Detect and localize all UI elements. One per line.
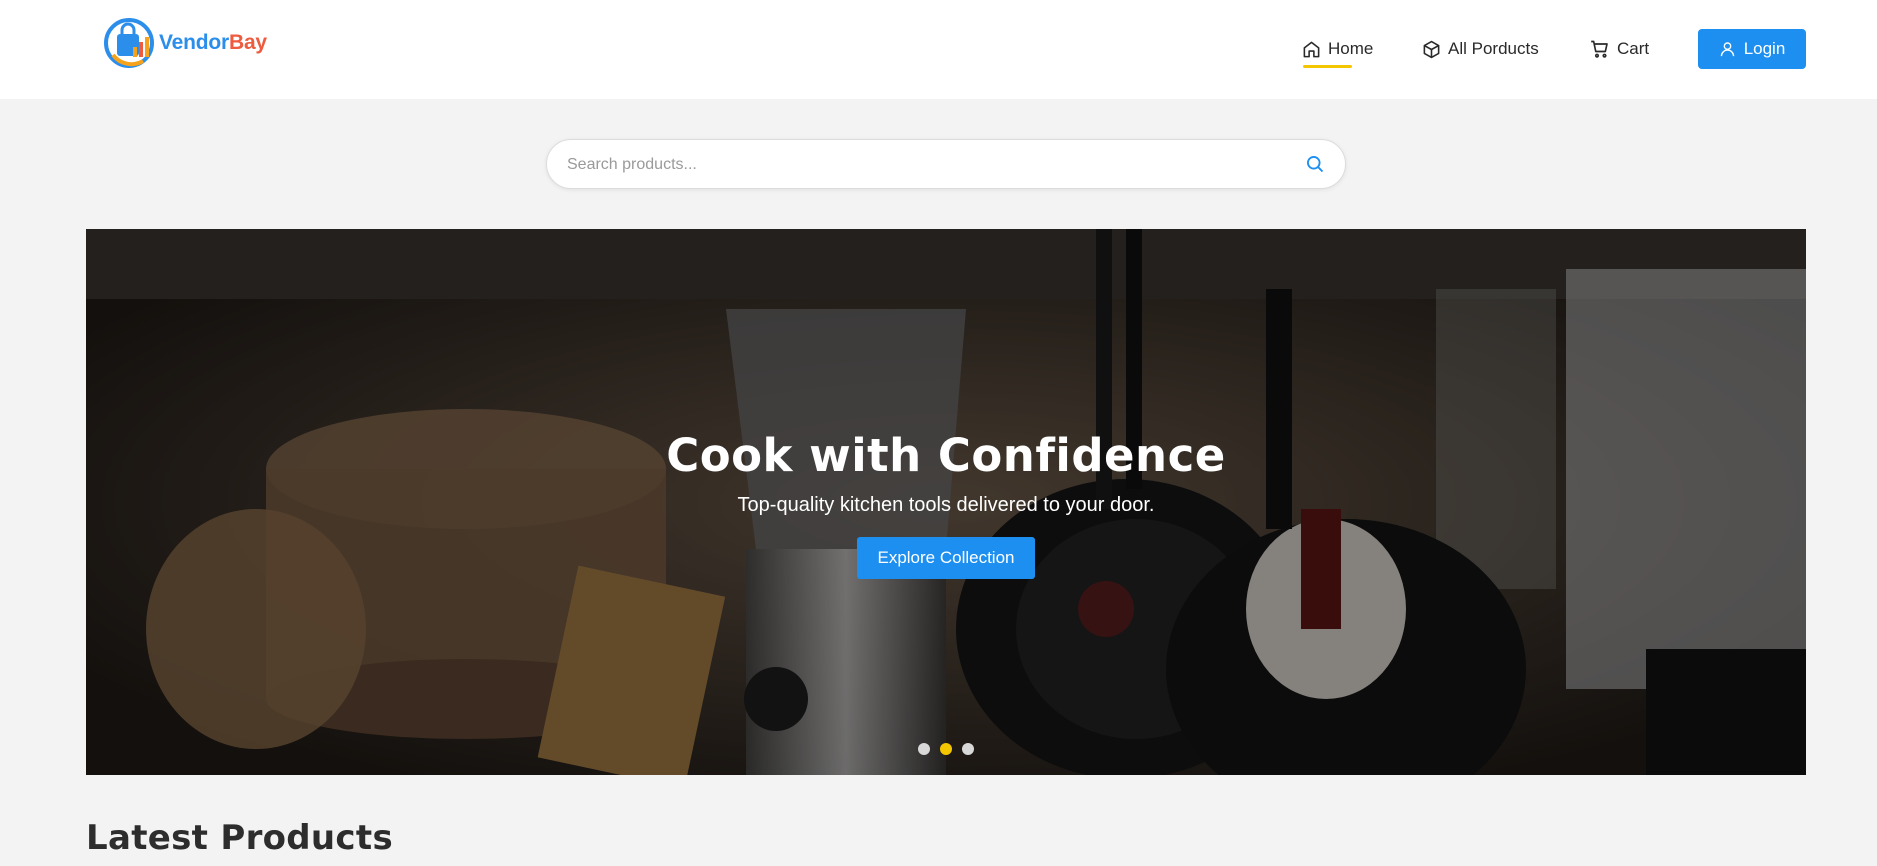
carousel-dot-3[interactable] <box>962 743 974 755</box>
nav-all-products-label: All Porducts <box>1448 39 1539 58</box>
nav-home-label: Home <box>1328 39 1374 58</box>
brand-logo[interactable]: VendorBay <box>103 17 267 69</box>
cart-icon <box>1591 40 1608 58</box>
brand-name-part1: Vendor <box>159 31 229 54</box>
search-input[interactable] <box>567 152 1267 178</box>
carousel-dot-1[interactable] <box>918 743 930 755</box>
search-bar <box>546 139 1346 189</box>
nav-cart-label: Cart <box>1617 39 1650 58</box>
login-button[interactable]: Login <box>1698 29 1806 69</box>
box-icon <box>1423 40 1440 58</box>
user-icon <box>1720 42 1734 57</box>
login-label: Login <box>1743 39 1786 58</box>
explore-collection-button[interactable]: Explore Collection <box>857 537 1035 579</box>
brand-name-part2: Bay <box>228 31 267 54</box>
hero-title: Cook with Confidence <box>666 429 1226 482</box>
shopping-bag-logo-icon <box>104 18 154 68</box>
hero-subtitle: Top-quality kitchen tools delivered to y… <box>737 494 1155 516</box>
home-icon <box>1303 41 1320 57</box>
carousel-dots <box>918 743 974 755</box>
active-nav-indicator <box>1303 65 1352 68</box>
brand-name: VendorBay <box>159 31 267 55</box>
nav-all-products-link[interactable]: All Porducts <box>1422 29 1539 69</box>
search-icon[interactable] <box>1305 154 1325 174</box>
carousel-dot-2[interactable] <box>940 743 952 755</box>
hero-carousel: Cook with Confidence Top-quality kitchen… <box>86 229 1806 775</box>
latest-products-heading: Latest Products <box>86 818 393 858</box>
nav-cart-link[interactable]: Cart <box>1589 29 1649 69</box>
nav-home-link[interactable]: Home <box>1302 29 1373 69</box>
site-header: VendorBay Home All Porducts Cart Login <box>0 0 1877 99</box>
